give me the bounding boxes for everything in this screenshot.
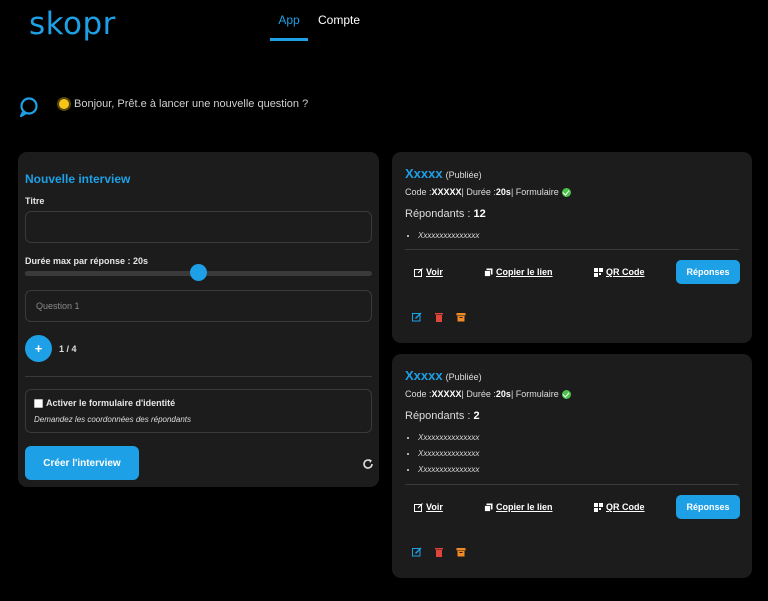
greeting-text: Bonjour, Prêt.e à lancer une nouvelle qu… xyxy=(74,98,309,110)
edit-icon[interactable] xyxy=(412,547,422,557)
respondants-count: 2 xyxy=(473,410,480,422)
refresh-icon[interactable] xyxy=(362,458,374,470)
qr-code-label: QR Code xyxy=(606,502,645,512)
duration-label: Durée max par réponse : 20s xyxy=(25,256,149,266)
qr-code-label: QR Code xyxy=(606,267,645,277)
interview-name[interactable]: Xxxxx (Publiée) xyxy=(405,368,482,383)
reponses-button[interactable]: Réponses xyxy=(676,260,740,284)
copier-link[interactable]: Copier le lien xyxy=(484,267,553,277)
duree-label: | Durée : xyxy=(461,389,496,399)
interview-status: (Publiée) xyxy=(445,372,482,382)
reponses-button[interactable]: Réponses xyxy=(676,495,740,519)
interview-card: Xxxxx (Publiée) Code : XXXXX | Durée : 20… xyxy=(392,354,752,578)
voir-label: Voir xyxy=(426,267,443,277)
divider xyxy=(405,249,739,250)
form-title: Nouvelle interview xyxy=(25,172,131,186)
interview-status: (Publiée) xyxy=(445,170,482,180)
archive-icon[interactable] xyxy=(456,547,466,557)
copier-label: Copier le lien xyxy=(496,267,553,277)
respondants-label: Répondants : xyxy=(405,208,474,220)
interview-card: Xxxxx (Publiée) Code : XXXXX | Durée : 20… xyxy=(392,152,752,343)
duration-slider-fill xyxy=(25,271,199,276)
edit-external-icon xyxy=(414,267,423,277)
check-circle-icon xyxy=(561,389,571,399)
copier-label: Copier le lien xyxy=(496,502,553,512)
qr-code-link[interactable]: QR Code xyxy=(594,267,645,277)
main-nav: App Compte xyxy=(270,13,360,41)
identity-description: Demandez les coordonnées des répondants xyxy=(34,415,191,424)
respondants-count: 12 xyxy=(473,208,486,220)
interview-title[interactable]: Xxxxx xyxy=(405,368,443,383)
divider xyxy=(405,484,739,485)
duration-slider-thumb[interactable] xyxy=(190,264,207,281)
voir-link[interactable]: Voir xyxy=(414,267,443,277)
archive-icon[interactable] xyxy=(456,312,466,322)
tab-app[interactable]: App xyxy=(270,13,308,41)
respondants: Répondants : 12 xyxy=(405,208,486,220)
qr-code-link[interactable]: QR Code xyxy=(594,502,645,512)
list-item: Xxxxxxxxxxxxxxx xyxy=(418,448,479,464)
code-label: Code : xyxy=(405,389,432,399)
identity-checkbox[interactable] xyxy=(34,398,43,408)
chat-bubble-icon xyxy=(19,97,38,118)
list-item: Xxxxxxxxxxxxxxx xyxy=(418,432,479,448)
duree-value: 20s xyxy=(495,187,511,197)
sun-icon xyxy=(59,99,69,109)
respondants: Répondants : 2 xyxy=(405,410,480,422)
question-input[interactable] xyxy=(25,290,372,322)
respondants-label: Répondants : xyxy=(405,410,474,422)
duree-value: 20s xyxy=(495,389,511,399)
titre-label: Titre xyxy=(25,196,45,206)
voir-label: Voir xyxy=(426,502,443,512)
greeting: Bonjour, Prêt.e à lancer une nouvelle qu… xyxy=(59,98,308,110)
formulaire-label: | Formulaire xyxy=(510,187,559,197)
divider xyxy=(25,376,372,377)
duree-label: | Durée : xyxy=(461,187,496,197)
qr-code-icon xyxy=(594,502,603,512)
code-value: XXXXX xyxy=(431,187,462,197)
copy-icon xyxy=(484,503,493,512)
check-circle-icon xyxy=(561,187,571,197)
identity-label: Activer le formulaire d'identité xyxy=(46,398,176,408)
identity-toggle[interactable]: Activer le formulaire d'identité xyxy=(34,398,175,408)
edit-external-icon xyxy=(414,502,423,512)
copier-link[interactable]: Copier le lien xyxy=(484,502,553,512)
create-interview-button[interactable]: Créer l'interview xyxy=(25,446,139,480)
interview-title[interactable]: Xxxxx xyxy=(405,166,443,181)
interview-name[interactable]: Xxxxx (Publiée) xyxy=(405,166,482,181)
app-logo[interactable]: skopr xyxy=(29,6,116,42)
identity-section: Activer le formulaire d'identité Demande… xyxy=(25,389,372,433)
list-item: Xxxxxxxxxxxxxxx xyxy=(418,464,479,480)
formulaire-label: | Formulaire xyxy=(510,389,559,399)
new-interview-card: Nouvelle interview Titre Durée max par r… xyxy=(18,152,379,487)
titre-input[interactable] xyxy=(25,211,372,243)
voir-link[interactable]: Voir xyxy=(414,502,443,512)
edit-icon[interactable] xyxy=(412,312,422,322)
trash-icon[interactable] xyxy=(434,312,444,322)
list-item: Xxxxxxxxxxxxxxx xyxy=(418,230,479,246)
code-label: Code : xyxy=(405,187,432,197)
question-count: 1 / 4 xyxy=(59,344,77,354)
interview-meta: Code : XXXXX | Durée : 20s | Formulaire xyxy=(405,389,571,399)
trash-icon[interactable] xyxy=(434,547,444,557)
add-question-button[interactable]: + xyxy=(25,335,52,362)
copy-icon xyxy=(484,268,493,277)
qr-code-icon xyxy=(594,267,603,277)
respondant-list: Xxxxxxxxxxxxxxx Xxxxxxxxxxxxxxx Xxxxxxxx… xyxy=(418,432,479,480)
tab-compte[interactable]: Compte xyxy=(318,13,360,41)
code-value: XXXXX xyxy=(431,389,462,399)
respondant-list: Xxxxxxxxxxxxxxx xyxy=(418,230,479,246)
interview-meta: Code : XXXXX | Durée : 20s | Formulaire xyxy=(405,187,571,197)
